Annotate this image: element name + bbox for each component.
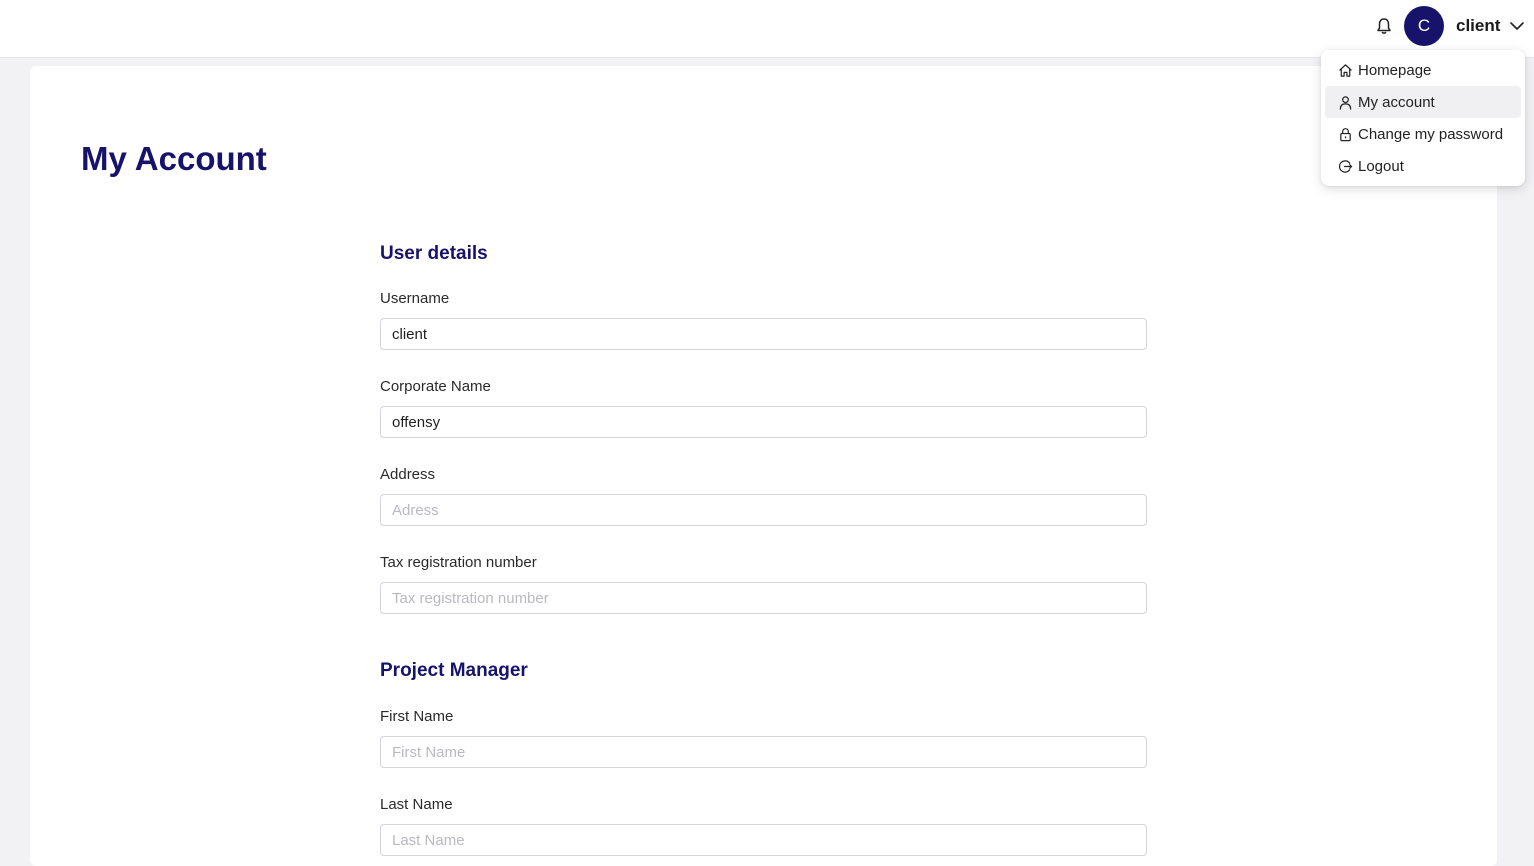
logout-icon [1337,158,1353,174]
user-dropdown-menu: Homepage My account Change my password L… [1321,50,1525,186]
address-input[interactable] [380,494,1147,526]
menu-item-label: Logout [1358,157,1404,175]
menu-item-label: My account [1358,93,1435,111]
menu-item-label: Homepage [1358,61,1432,79]
avatar[interactable]: C [1404,6,1444,46]
menu-item-change-password[interactable]: Change my password [1325,118,1521,150]
tax-number-label: Tax registration number [380,554,537,571]
first-name-label: First Name [380,708,454,725]
menu-item-homepage[interactable]: Homepage [1325,54,1521,86]
first-name-input[interactable] [380,736,1147,768]
bell-icon[interactable] [1374,16,1394,36]
section-title-user-details: User details [380,243,488,264]
page-title: My Account [81,140,267,177]
menu-item-label: Change my password [1358,125,1504,143]
menu-item-my-account[interactable]: My account [1325,86,1521,118]
tax-number-input[interactable] [380,582,1147,614]
user-icon [1337,94,1353,110]
menu-item-logout[interactable]: Logout [1325,150,1521,182]
corporate-name-label: Corporate Name [380,378,491,395]
corporate-name-input[interactable] [380,406,1147,438]
top-bar: C client [0,0,1534,58]
username-label[interactable]: client [1456,16,1500,36]
username-label-field: Username [380,290,450,307]
home-icon [1337,62,1353,78]
username-input[interactable] [380,318,1147,350]
chevron-down-icon[interactable] [1508,17,1526,35]
last-name-label: Last Name [380,796,453,813]
address-label: Address [380,466,436,483]
last-name-input[interactable] [380,824,1147,856]
section-title-project-manager: Project Manager [380,660,528,681]
lock-icon [1337,126,1353,142]
